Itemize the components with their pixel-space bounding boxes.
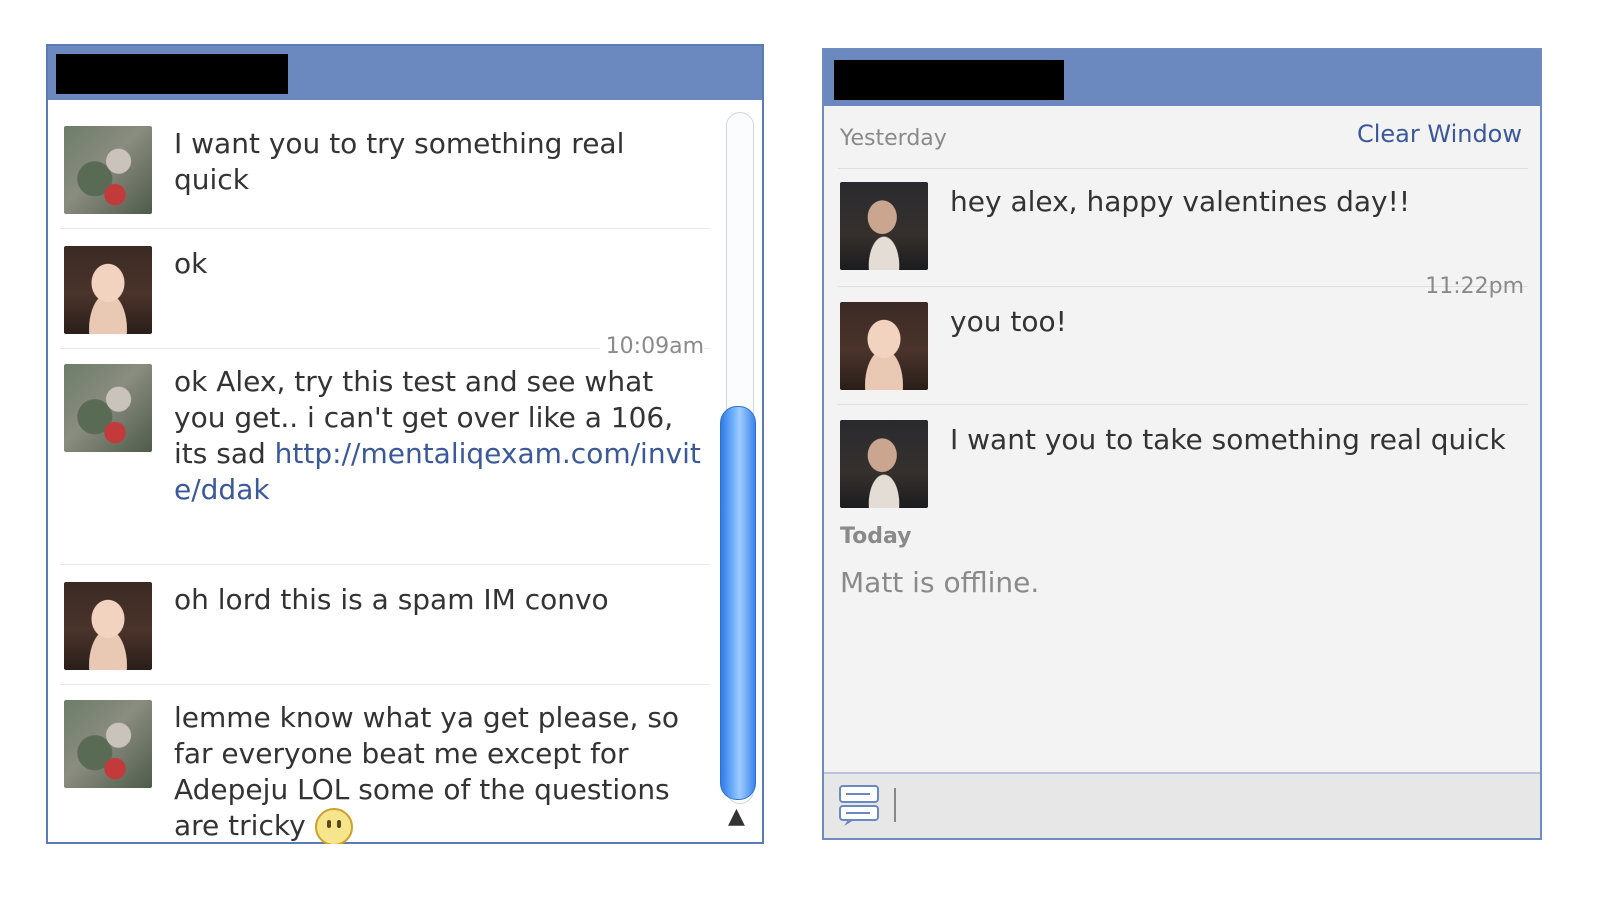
avatar[interactable] <box>840 182 928 270</box>
avatar[interactable] <box>840 302 928 390</box>
message-text: I want you to try something real quick <box>174 127 625 196</box>
avatar[interactable] <box>64 364 152 452</box>
avatar[interactable] <box>64 126 152 214</box>
chat-bubbles-icon[interactable] <box>838 782 882 828</box>
status-text: Matt is offline. <box>840 566 1040 599</box>
day-header-today: Today <box>840 524 912 549</box>
redacted-name <box>834 60 1064 100</box>
message-text: ok <box>174 247 208 280</box>
chat-window-right: Yesterday Clear Window hey alex, happy v… <box>822 48 1542 840</box>
message-text: oh lord this is a spam IM convo <box>174 583 609 616</box>
chat-window-left: I want you to try something real quick o… <box>46 44 764 844</box>
message-text: lemme know what ya get please, so far ev… <box>174 700 704 844</box>
message-list: I want you to try something real quick o… <box>48 100 718 844</box>
message-text: you too! <box>950 305 1067 338</box>
message-text: hey alex, happy valentines day!! <box>950 185 1411 218</box>
divider <box>838 404 1528 405</box>
divider <box>60 228 710 229</box>
chat-titlebar[interactable] <box>824 50 1540 106</box>
timestamp: 10:09am <box>599 334 704 359</box>
avatar[interactable] <box>64 700 152 788</box>
message-text: I want you to take something real quick <box>950 423 1506 456</box>
scroll-thumb[interactable] <box>720 406 756 800</box>
composer[interactable] <box>824 772 1540 838</box>
avatar[interactable] <box>64 246 152 334</box>
avatar[interactable] <box>840 420 928 508</box>
text-cursor <box>894 788 896 822</box>
day-header-yesterday: Yesterday <box>840 126 947 151</box>
message-text: ok Alex, try this test and see what you … <box>174 364 704 508</box>
divider <box>838 168 1528 169</box>
scroll-up-icon[interactable]: ▲ <box>728 804 745 829</box>
timestamp: 11:22pm <box>1425 274 1524 299</box>
message-body: lemme know what ya get please, so far ev… <box>174 701 680 842</box>
divider <box>60 564 710 565</box>
chat-titlebar[interactable] <box>48 46 762 100</box>
divider <box>60 684 710 685</box>
redacted-name <box>56 54 288 94</box>
scrollbar[interactable]: ▲ <box>720 104 756 832</box>
avatar[interactable] <box>64 582 152 670</box>
smiley-icon <box>314 808 353 844</box>
clear-window-link[interactable]: Clear Window <box>1357 120 1522 148</box>
